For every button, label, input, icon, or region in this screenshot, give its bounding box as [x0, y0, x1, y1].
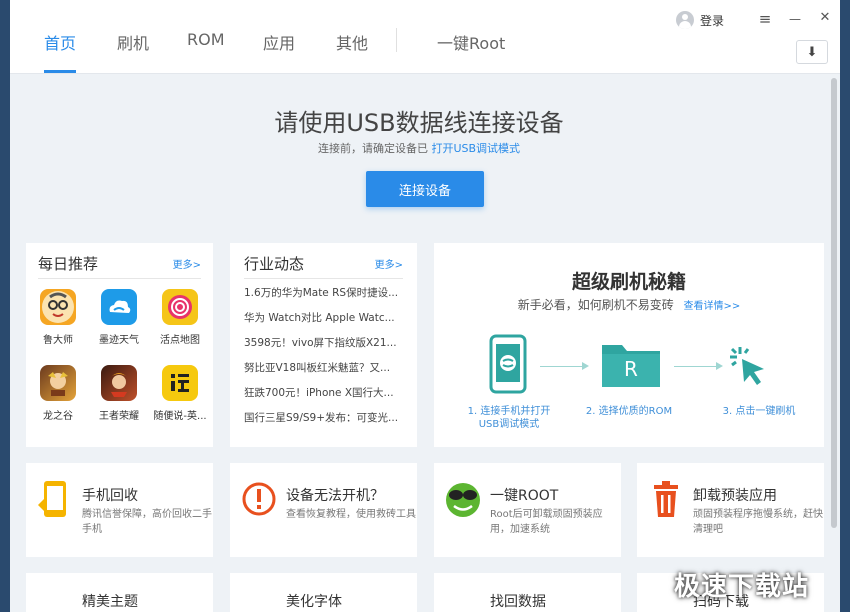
industry-news-card: 行业动态 更多> 1.6万的华为Mate RS保时捷设... 华为 Watch对…: [230, 243, 417, 447]
feature-title: 美化字体: [286, 594, 342, 610]
feature-title: 手机回收: [82, 488, 138, 504]
feature-desc: Root后可卸载顽固预装应用，加速系统: [490, 509, 603, 535]
top-nav: 首页 刷机 ROM 应用 其他 一键Root 登录 ≡ — ✕ ⬇: [10, 0, 840, 74]
close-icon[interactable]: ✕: [816, 10, 834, 25]
phone-recycle-card[interactable]: 手机回收 腾讯信誉保障，高价回收二手手机: [26, 463, 213, 557]
step-1-text: 1. 连接手机并打开: [467, 406, 551, 417]
watermark: 极速下载站: [674, 572, 810, 602]
theme-card[interactable]: 精美主题: [26, 573, 213, 612]
news-item[interactable]: 3598元！vivo屏下指纹版X21...: [244, 335, 400, 350]
suibianshuo-icon: [162, 365, 198, 401]
uninstall-preinstalled-card[interactable]: 卸载预装应用 顽固预装程序拖慢系统，赶快清理吧: [637, 463, 824, 557]
app-name: 龙之谷: [43, 411, 73, 422]
news-item[interactable]: 国行三星S9/S9+发布：可变光...: [244, 410, 400, 425]
feature-desc: 查看恢复教程，使用救砖工具: [286, 509, 416, 520]
step-3-label: 3. 点击一键刷机: [722, 406, 796, 417]
warning-icon: [242, 482, 276, 516]
app-item[interactable]: 王者荣耀: [91, 365, 147, 422]
phone-icon: [489, 334, 527, 394]
flash-secrets-title: 超级刷机秘籍: [571, 271, 686, 293]
industry-news-title: 行业动态: [244, 255, 305, 273]
daily-more-link[interactable]: 更多>: [173, 256, 201, 271]
tab-apps[interactable]: 应用: [263, 30, 295, 54]
rom-folder-letter: R: [624, 357, 638, 381]
daily-recommend-card: 每日推荐 更多> 鲁大师 墨迹天气 活点地图 龙之谷 王者荣耀 随便说-英...: [26, 243, 213, 447]
feature-title: 卸载预装应用: [693, 488, 777, 504]
feature-title: 一键ROOT: [490, 488, 559, 504]
app-name: 随便说-英...: [153, 411, 207, 422]
industry-news-header: 行业动态 更多>: [244, 253, 403, 279]
moji-weather-icon: [101, 289, 137, 325]
connect-title: 请使用USB数据线连接设备: [274, 109, 564, 137]
daily-recommend-header: 每日推荐 更多>: [38, 253, 201, 279]
tab-other[interactable]: 其他: [336, 30, 368, 54]
step-1-text-line2: USB调试模式: [478, 419, 540, 430]
ludashi-icon: [40, 289, 76, 325]
news-more-link[interactable]: 更多>: [375, 256, 403, 271]
phone-recycle-icon: [38, 481, 66, 517]
font-card[interactable]: 美化字体: [230, 573, 417, 612]
connect-device-button[interactable]: 连接设备: [366, 171, 484, 207]
news-item[interactable]: 1.6万的华为Mate RS保时捷设...: [244, 285, 400, 300]
step-arrow: [540, 366, 582, 367]
avatar-icon: [676, 11, 694, 29]
feature-title: 找回数据: [490, 594, 546, 610]
scrollbar-thumb[interactable]: [831, 78, 837, 528]
vertical-scrollbar[interactable]: [830, 74, 838, 612]
app-item[interactable]: 墨迹天气: [91, 289, 147, 346]
connect-section: 请使用USB数据线连接设备 连接前，请确定设备已 打开USB调试模式 连接设备: [10, 75, 828, 225]
tab-divider: [396, 28, 397, 52]
app-item[interactable]: 鲁大师: [30, 289, 86, 346]
rom-folder-icon: R: [600, 341, 662, 389]
active-tab-indicator: [44, 70, 76, 73]
connect-hint-text: 连接前，请确定设备已: [317, 142, 428, 155]
one-key-root-card[interactable]: 一键ROOT Root后可卸载顽固预装应用，加速系统: [434, 463, 621, 557]
feature-title: 设备无法开机？: [286, 488, 384, 504]
usb-debug-link[interactable]: 打开USB调试模式: [431, 142, 520, 155]
flash-secrets-sub-text: 新手必看，如何刷机不易变砖: [517, 298, 674, 312]
app-item[interactable]: 龙之谷: [30, 365, 86, 422]
step-arrow-head: [716, 362, 723, 370]
tab-flash[interactable]: 刷机: [117, 30, 149, 54]
login-label: 登录: [700, 13, 725, 28]
news-item[interactable]: 狂跌700元！iPhone X国行大...: [244, 385, 400, 400]
tab-home[interactable]: 首页: [44, 30, 76, 54]
view-details-link[interactable]: 查看详情>>: [684, 301, 741, 312]
download-manager-button[interactable]: ⬇: [796, 40, 828, 64]
feature-title: 精美主题: [82, 594, 138, 610]
huodian-map-icon: [162, 289, 198, 325]
trash-icon: [654, 481, 678, 517]
feature-desc: 顽固预装程序拖慢系统，赶快清理吧: [693, 509, 823, 535]
flash-secrets-card[interactable]: 超级刷机秘籍 新手必看，如何刷机不易变砖 查看详情>> R 1. 连接手机并打开…: [434, 243, 824, 447]
root-frog-icon: [446, 483, 480, 517]
tab-one-key-root[interactable]: 一键Root: [437, 30, 505, 54]
tab-rom[interactable]: ROM: [187, 30, 225, 49]
daily-recommend-title: 每日推荐: [38, 255, 99, 273]
honor-of-kings-icon: [101, 365, 137, 401]
step-arrow-head: [582, 362, 589, 370]
click-cursor-icon: [730, 347, 764, 385]
download-icon: ⬇: [806, 44, 818, 60]
app-window: 首页 刷机 ROM 应用 其他 一键Root 登录 ≡ — ✕ ⬇ 请使用USB…: [10, 0, 840, 612]
dragon-nest-icon: [40, 365, 76, 401]
news-item[interactable]: 努比亚V18叫板红米魅蓝？又...: [244, 360, 400, 375]
app-name: 墨迹天气: [99, 335, 139, 346]
app-name: 活点地图: [160, 335, 200, 346]
feature-desc: 腾讯信誉保障，高价回收二手手机: [82, 509, 212, 535]
cannot-boot-card[interactable]: 设备无法开机？ 查看恢复教程，使用救砖工具: [230, 463, 417, 557]
minimize-icon[interactable]: —: [786, 12, 804, 26]
app-name: 鲁大师: [43, 335, 73, 346]
step-1-label: 1. 连接手机并打开 USB调试模式: [454, 405, 564, 431]
news-item[interactable]: 华为 Watch对比 Apple Watc...: [244, 310, 400, 325]
flash-secrets-subtitle: 新手必看，如何刷机不易变砖 查看详情>>: [434, 296, 824, 313]
connect-hint: 连接前，请确定设备已 打开USB调试模式: [10, 140, 828, 156]
login-button[interactable]: 登录: [676, 11, 724, 29]
step-2-label: 2. 选择优质的ROM: [585, 406, 673, 417]
app-item[interactable]: 活点地图: [152, 289, 208, 346]
app-item[interactable]: 随便说-英...: [152, 365, 208, 422]
step-arrow: [674, 366, 716, 367]
app-name: 王者荣耀: [99, 411, 139, 422]
menu-icon[interactable]: ≡: [756, 10, 774, 28]
recover-data-card[interactable]: 找回数据: [434, 573, 621, 612]
